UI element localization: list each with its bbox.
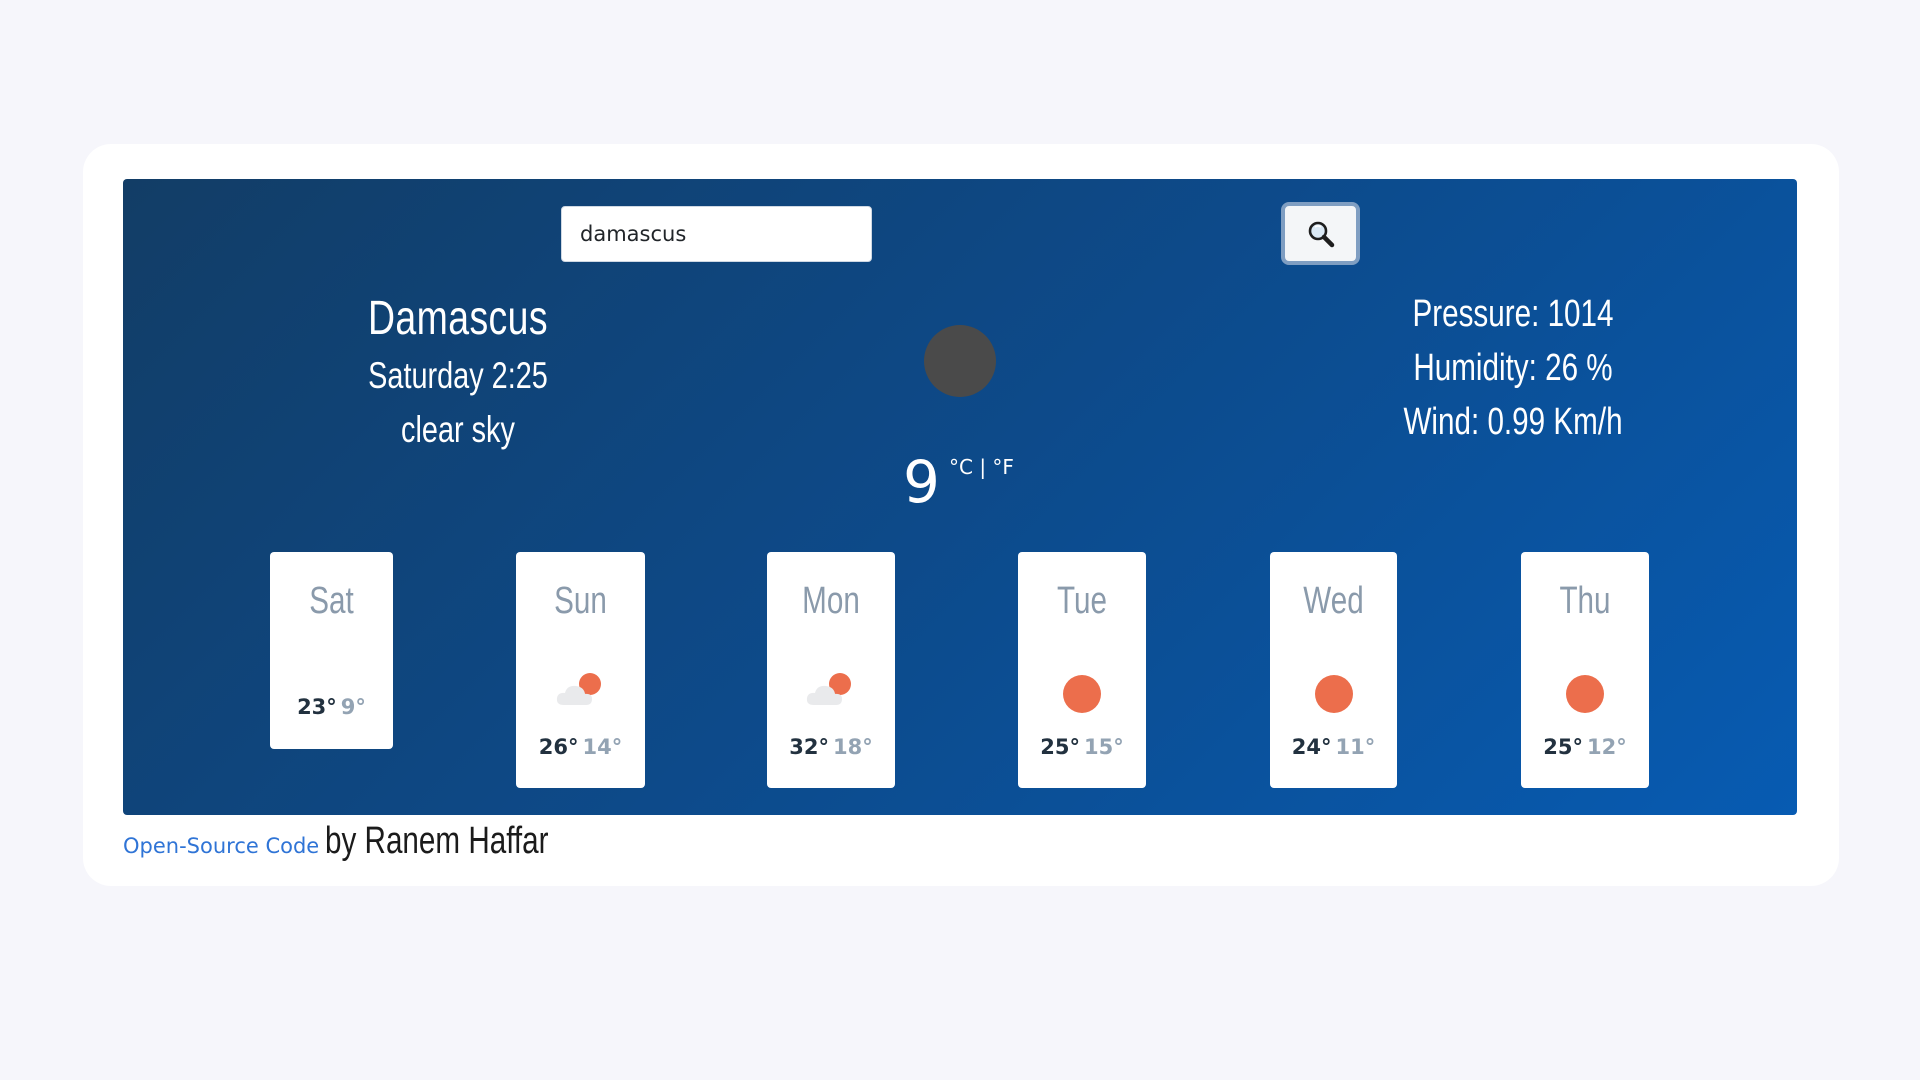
forecast-temps: 23° 9° (270, 695, 393, 719)
forecast-temps: 24° 11° (1270, 735, 1397, 759)
forecast-max: 24° (1291, 735, 1332, 759)
magnifier-icon (1308, 221, 1334, 247)
open-source-link[interactable]: Open-Source Code (123, 834, 319, 858)
forecast-temps: 32° 18° (767, 735, 895, 759)
city-search-input[interactable] (561, 206, 872, 262)
footer: Open-Source Code by Ranem Haffar (123, 820, 612, 863)
forecast-temps: 25° 15° (1018, 735, 1146, 759)
pressure-stat: Pressure: 1014 (1412, 293, 1614, 335)
current-datetime: Saturday 2:25 (368, 355, 548, 396)
location-block: Damascus Saturday 2:25 clear sky (323, 289, 593, 457)
partly-cloudy-icon (806, 673, 851, 705)
author-credit: by Ranem Haffar (325, 820, 549, 862)
wind-stat: Wind: 0.99 Km/h (1403, 401, 1623, 443)
partly-cloudy-icon (556, 673, 601, 705)
sun-icon (1566, 675, 1604, 713)
sun-icon (1315, 675, 1353, 713)
humidity-stat: Humidity: 26 % (1413, 347, 1613, 389)
forecast-temps: 26° 14° (516, 735, 645, 759)
forecast-day: Mon (802, 580, 860, 622)
sun-icon (1063, 675, 1101, 713)
forecast-card-sun: Sun 26° 14° (516, 552, 645, 788)
moon-icon (924, 325, 996, 397)
forecast-min: 12° (1587, 735, 1627, 759)
current-temperature: 9 °C | °F (903, 447, 1014, 517)
forecast-day: Sat (309, 580, 354, 622)
forecast-card-thu: Thu 25° 12° (1521, 552, 1649, 788)
city-name: Damascus (368, 292, 548, 345)
forecast-min: 15° (1084, 735, 1124, 759)
forecast-min: 18° (833, 735, 873, 759)
forecast-max: 25° (1543, 735, 1583, 759)
weather-description: clear sky (401, 409, 515, 450)
search-button[interactable] (1281, 202, 1360, 265)
forecast-day: Thu (1559, 580, 1611, 622)
forecast-max: 32° (789, 735, 829, 759)
forecast-day: Sun (554, 580, 607, 622)
forecast-max: 23° (297, 695, 337, 719)
forecast-card-wed: Wed 24° 11° (1270, 552, 1397, 788)
unit-toggle[interactable]: °C | °F (949, 455, 1014, 479)
weather-panel: Damascus Saturday 2:25 clear sky 9 °C | … (123, 179, 1797, 815)
forecast-min: 9° (340, 695, 366, 719)
forecast-card-mon: Mon 32° 18° (767, 552, 895, 788)
temperature-value: 9 (903, 448, 940, 516)
forecast-min: 11° (1335, 735, 1376, 759)
forecast-day: Wed (1303, 580, 1364, 622)
forecast-min: 14° (582, 735, 623, 759)
forecast-temps: 25° 12° (1521, 735, 1649, 759)
weather-stats: Pressure: 1014 Humidity: 26 % Wind: 0.99… (1363, 287, 1663, 449)
forecast-max: 26° (538, 735, 579, 759)
forecast-day: Tue (1057, 580, 1107, 622)
forecast-card-sat: Sat 23° 9° (270, 552, 393, 749)
forecast-card-tue: Tue 25° 15° (1018, 552, 1146, 788)
forecast-max: 25° (1040, 735, 1080, 759)
